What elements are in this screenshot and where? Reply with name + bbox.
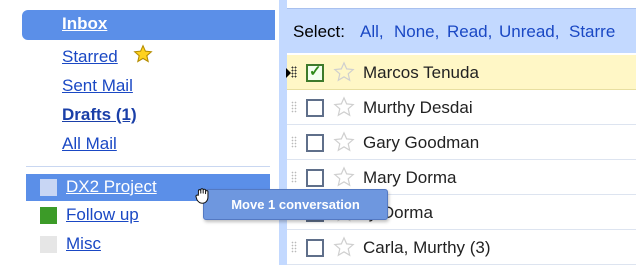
- row-checkbox[interactable]: [306, 169, 324, 187]
- sidebar-item-starred[interactable]: Starred: [62, 47, 118, 67]
- inbox-link[interactable]: Inbox: [62, 14, 107, 34]
- row-checkbox[interactable]: [306, 239, 324, 257]
- drag-grip-icon[interactable]: [291, 136, 297, 148]
- drag-grip-icon[interactable]: [291, 241, 297, 253]
- sender-name: Gary Goodman: [363, 133, 480, 152]
- row-checkbox[interactable]: ✓: [306, 63, 324, 82]
- sidebar-nav: Inbox Starred Sent Mail Drafts (1) All M…: [0, 0, 283, 265]
- star-icon[interactable]: [333, 166, 355, 188]
- sender-name: Carla, Murthy (3): [363, 238, 491, 257]
- drag-grip-icon[interactable]: [291, 171, 297, 183]
- label-color-swatch: [40, 179, 57, 196]
- sender-name: Marcos Tenuda: [363, 63, 479, 82]
- conversation-list: Select: All, None, Read, Unread, Starre …: [286, 0, 636, 265]
- drag-grip-icon[interactable]: [291, 66, 297, 78]
- sidebar-item-all-mail[interactable]: All Mail: [62, 134, 117, 154]
- drag-grip-icon[interactable]: [291, 101, 297, 113]
- conversation-row[interactable]: Carla, Murthy (3): [287, 230, 636, 265]
- sidebar-item-drafts[interactable]: Drafts (1): [62, 105, 137, 125]
- label-name[interactable]: DX2 Project: [66, 177, 157, 197]
- star-icon[interactable]: [333, 61, 355, 83]
- star-icon[interactable]: [333, 96, 355, 118]
- select-label: Select:: [293, 22, 345, 41]
- label-color-swatch: [40, 236, 57, 253]
- label-name[interactable]: Follow up: [66, 205, 139, 225]
- sidebar-item-sent-mail[interactable]: Sent Mail: [62, 76, 133, 96]
- star-icon: [133, 44, 153, 63]
- star-icon[interactable]: [333, 236, 355, 258]
- label-color-swatch: [40, 207, 57, 224]
- select-read-link[interactable]: Read,: [447, 22, 492, 42]
- sender-name: Murthy Desdai: [363, 98, 473, 117]
- conversation-row[interactable]: ✓ Marcos Tenuda: [286, 55, 636, 90]
- select-all-link[interactable]: All,: [360, 22, 384, 42]
- drag-tooltip: Move 1 conversation: [203, 189, 388, 220]
- sidebar-divider: [26, 166, 270, 167]
- select-toolbar: Select: All, None, Read, Unread, Starre: [287, 8, 636, 53]
- checkmark-icon: ✓: [309, 63, 322, 80]
- row-checkbox[interactable]: [306, 134, 324, 152]
- select-starred-link[interactable]: Starre: [569, 22, 615, 42]
- row-checkbox[interactable]: [306, 99, 324, 117]
- select-unread-link[interactable]: Unread,: [499, 22, 559, 42]
- conversation-row[interactable]: Murthy Desdai: [287, 90, 636, 125]
- label-name[interactable]: Misc: [66, 234, 101, 254]
- select-none-link[interactable]: None,: [394, 22, 439, 42]
- sidebar-item-inbox[interactable]: Inbox: [22, 10, 275, 40]
- sender-name: Mary Dorma: [363, 168, 457, 187]
- star-icon[interactable]: [333, 131, 355, 153]
- conversation-row[interactable]: Gary Goodman: [287, 125, 636, 160]
- grab-hand-icon: [195, 188, 209, 204]
- list-pane-border: [279, 0, 287, 265]
